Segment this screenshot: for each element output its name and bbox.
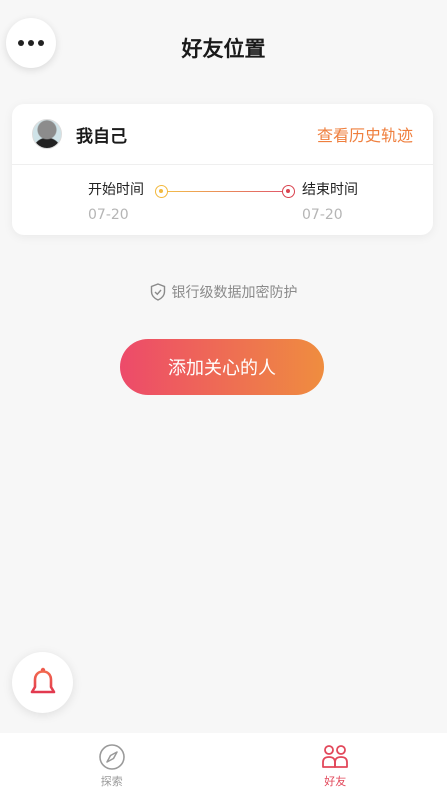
tab-bar: 探索 好友 [0, 733, 447, 790]
add-friend-button[interactable]: 添加关心的人 [120, 339, 324, 395]
tab-explore-label: 探索 [100, 775, 123, 788]
time-range[interactable]: 开始时间 07-20 结束时间 07-20 [12, 165, 433, 235]
start-date[interactable]: 07-20 [88, 207, 129, 223]
self-card-header: 我自己 查看历史轨迹 [12, 104, 433, 165]
end-time-label: 结束时间 [302, 182, 358, 198]
self-name: 我自己 [76, 126, 127, 147]
friends-icon [322, 745, 349, 768]
security-note-text: 银行级数据加密防护 [171, 285, 298, 301]
tab-friends[interactable]: 好友 [224, 733, 447, 790]
avatar[interactable] [32, 119, 62, 149]
notification-button[interactable] [12, 652, 73, 713]
start-point-icon [155, 185, 168, 198]
page-title: 好友位置 [181, 37, 266, 61]
bell-icon [29, 667, 56, 695]
end-point-icon [282, 185, 295, 198]
tab-friends-label: 好友 [324, 775, 347, 788]
start-time-label: 开始时间 [88, 182, 144, 198]
view-history-link[interactable]: 查看历史轨迹 [317, 122, 413, 146]
security-note: 银行级数据加密防护 [0, 282, 447, 302]
end-date[interactable]: 07-20 [302, 207, 343, 223]
tab-explore[interactable]: 探索 [0, 733, 224, 790]
self-location-card: 我自己 查看历史轨迹 开始时间 07-20 结束时间 07-20 [12, 104, 433, 235]
timeline-icon [155, 185, 295, 199]
shield-icon [150, 283, 165, 301]
compass-icon [98, 744, 125, 770]
